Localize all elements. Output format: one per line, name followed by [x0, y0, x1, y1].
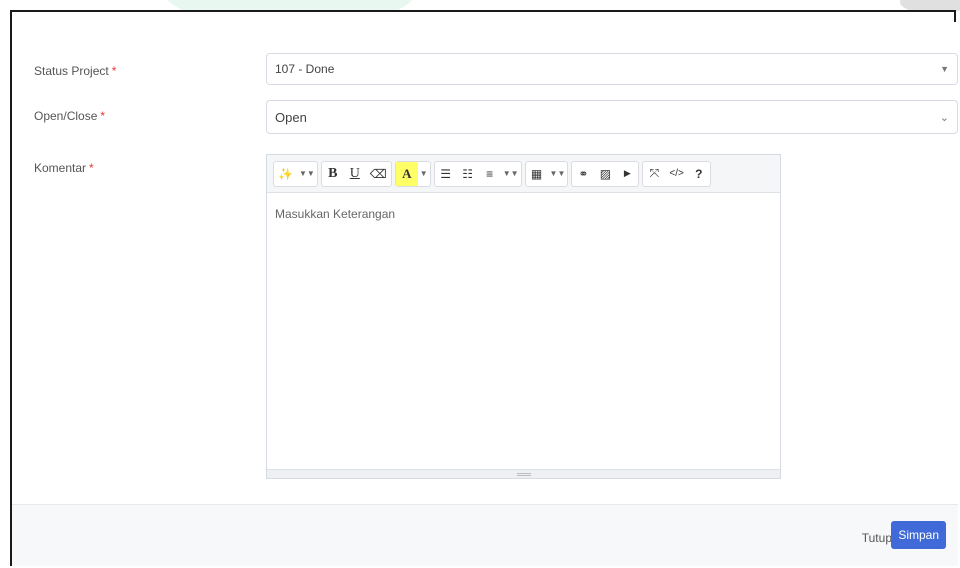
misc-group: ⤧ </> ?: [642, 160, 711, 187]
open-close-label: Open/Close *: [34, 109, 106, 123]
dropdown-caret-icon[interactable]: ▼▼: [297, 162, 317, 186]
status-project-label: Status Project *: [34, 64, 117, 78]
dropdown-caret-icon[interactable]: ▼: [418, 162, 430, 186]
highlight-color-button[interactable]: A: [395, 161, 418, 186]
open-close-select[interactable]: Open ⌄: [266, 100, 958, 134]
code-view-icon[interactable]: </>: [665, 162, 687, 186]
bold-button[interactable]: B: [322, 162, 344, 186]
underline-button[interactable]: U: [344, 162, 366, 186]
table-group: ▦ ▼▼: [524, 160, 569, 187]
status-project-select[interactable]: 107 - Done ▼: [266, 53, 958, 85]
modal-dialog: Status Project * 107 - Done ▼ Open/Close *…: [10, 10, 958, 566]
modal-body: Status Project * 107 - Done ▼ Open/Close *…: [12, 22, 958, 514]
link-icon[interactable]: ⚭: [572, 162, 594, 186]
font-style-group: B U ⌫: [320, 160, 392, 187]
help-icon[interactable]: ?: [688, 162, 710, 186]
simpan-button[interactable]: Simpan: [891, 521, 946, 549]
chevron-down-icon: ⌄: [939, 111, 949, 124]
status-project-value: 107 - Done: [275, 62, 335, 76]
dropdown-caret-icon[interactable]: ▼▼: [501, 162, 521, 186]
video-icon[interactable]: ▶: [616, 162, 638, 186]
image-icon[interactable]: ▨: [594, 162, 616, 186]
editor-resize-handle[interactable]: [267, 469, 780, 478]
editor-content-area[interactable]: Masukkan Keterangan: [267, 193, 780, 470]
fullscreen-icon[interactable]: ⤧: [643, 162, 665, 186]
resize-grip-icon: [516, 472, 531, 476]
align-icon[interactable]: ≡: [479, 162, 501, 186]
required-mark: *: [100, 109, 106, 123]
caret-down-icon: ▼: [940, 64, 949, 74]
style-group: ✨ ▼▼: [273, 160, 318, 187]
rich-text-editor: ✨ ▼▼ B U ⌫ A ▼ ☰ ☷ ≡ ▼▼ ▦ ▼▼ ⚭ ▨ ▶ ⤧ </>…: [266, 154, 781, 479]
ordered-list-icon[interactable]: ☷: [457, 162, 479, 186]
open-close-value: Open: [275, 109, 307, 125]
required-mark: *: [111, 64, 117, 78]
dropdown-caret-icon[interactable]: ▼▼: [548, 162, 568, 186]
required-mark: *: [89, 161, 94, 175]
color-group: A ▼: [394, 160, 431, 187]
paragraph-group: ☰ ☷ ≡ ▼▼: [433, 160, 522, 187]
editor-placeholder: Masukkan Keterangan: [275, 207, 396, 221]
unordered-list-icon[interactable]: ☰: [435, 162, 457, 186]
insert-group: ⚭ ▨ ▶: [571, 160, 640, 187]
modal-footer: Tutup Simpan: [12, 504, 958, 566]
eraser-icon[interactable]: ⌫: [366, 162, 391, 186]
editor-toolbar: ✨ ▼▼ B U ⌫ A ▼ ☰ ☷ ≡ ▼▼ ▦ ▼▼ ⚭ ▨ ▶ ⤧ </>…: [267, 155, 780, 193]
magic-wand-icon[interactable]: ✨: [274, 162, 297, 186]
table-icon[interactable]: ▦: [526, 162, 548, 186]
komentar-label: Komentar *: [34, 161, 94, 175]
